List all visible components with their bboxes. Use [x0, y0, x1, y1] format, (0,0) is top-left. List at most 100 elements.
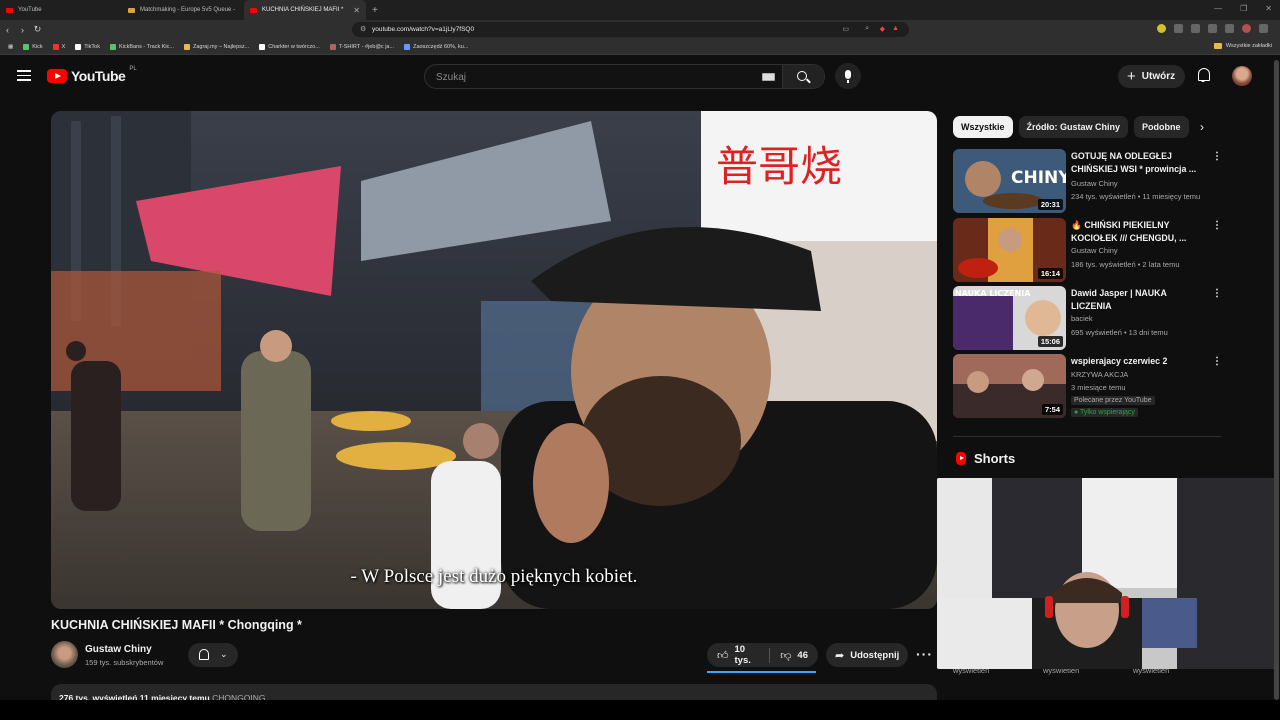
browser-tab-youtube[interactable]: YouTube	[0, 0, 122, 20]
close-window-icon[interactable]: ✕	[1265, 4, 1272, 13]
subscription-notifications-button[interactable]: ⌄	[188, 643, 238, 667]
recommendation-channel[interactable]: KRZYWA AKCJA	[1071, 370, 1128, 379]
kebab-menu-icon[interactable]: ⋮	[1212, 151, 1222, 162]
brave-shield-icon[interactable]: ◆	[880, 25, 885, 33]
bookmark-zaoszczedz[interactable]: Zaoszczędź 60%, ku...	[404, 43, 468, 50]
site-info-icon[interactable]: ⚙	[360, 25, 366, 33]
recommendation-item[interactable]: NAUKA LICZENIA 15:06 Dawid Jasper | NAUK…	[953, 286, 1223, 350]
create-button[interactable]: + Utwórz	[1118, 65, 1185, 88]
recommendation-meta: 234 tys. wyświetleń • 11 miesięcy temu	[1071, 192, 1201, 201]
page-scrollbar[interactable]	[1274, 60, 1279, 700]
game-favicon-icon	[128, 7, 135, 13]
search-button[interactable]	[782, 65, 824, 88]
close-tab-icon[interactable]: ✕	[353, 6, 360, 15]
duration-badge: 15:06	[1037, 336, 1063, 347]
video-thumbnail[interactable]: CHINY 20:31	[953, 149, 1066, 213]
dislike-button[interactable]: 👎︎ 46	[770, 643, 818, 667]
chip-related[interactable]: Podobne	[1134, 116, 1189, 138]
bookmark-tiktok[interactable]: TikTok	[75, 43, 100, 50]
keyboard-icon[interactable]	[762, 73, 775, 81]
video-thumbnail[interactable]: 7:54	[953, 354, 1066, 418]
chip-from-channel[interactable]: Źródło: Gustaw Chiny	[1018, 116, 1129, 138]
filter-chips: Wszystkie Źródło: Gustaw Chiny Podobne	[953, 116, 1189, 138]
video-player[interactable]: 普哥烧 - W Polsce jest dużo pięknych kobiet…	[51, 111, 937, 609]
bookmark-charkter[interactable]: Charkter w twórczo...	[259, 43, 320, 50]
voice-search-mic-icon[interactable]	[835, 63, 861, 89]
search-input[interactable]: Szukaj	[436, 72, 466, 83]
channel-name[interactable]: Gustaw Chiny	[85, 644, 152, 655]
subscriber-count: 159 tys. subskrybentów	[85, 658, 164, 667]
address-bar[interactable]: ⚙ youtube.com/watch?v=a1jLly7fSQ0 ▭ ⌕ ◆ …	[352, 22, 909, 37]
profile-icon[interactable]	[1242, 24, 1251, 33]
window-controls: — ❐ ✕	[1214, 4, 1272, 13]
extension-icon[interactable]	[1174, 24, 1183, 33]
menu-icon[interactable]	[1259, 24, 1268, 33]
recommendation-meta: 695 wyświetleń • 13 dni temu	[1071, 328, 1168, 337]
more-actions-icon[interactable]: ···	[916, 646, 933, 662]
cast-icon[interactable]: ▭	[842, 25, 849, 33]
share-icon: ➦	[835, 649, 845, 662]
recommendation-title[interactable]: wspierajacy czerwiec 2	[1071, 355, 1201, 368]
recommendation-channel[interactable]: Gustaw Chiny	[1071, 246, 1118, 255]
extension-icon[interactable]	[1157, 24, 1166, 33]
recommendation-meta: 3 miesiące temu	[1071, 383, 1126, 392]
recommendation-item[interactable]: 7:54 wspierajacy czerwiec 2 KRZYWA AKCJA…	[953, 354, 1223, 418]
youtube-logo[interactable]: YouTube PL	[47, 66, 137, 84]
search-box: Szukaj	[424, 64, 825, 89]
folder-icon	[1213, 43, 1222, 49]
minimize-icon[interactable]: —	[1214, 4, 1222, 13]
chevron-right-icon[interactable]: ›	[1200, 120, 1204, 134]
share-button[interactable]: ➦ Udostępnij	[826, 643, 908, 667]
new-tab-icon[interactable]: +	[372, 5, 378, 16]
youtube-play-icon	[47, 69, 67, 83]
youtube-icon	[52, 43, 59, 50]
rewards-icon[interactable]: ▲	[892, 25, 899, 32]
youtube-favicon-icon	[250, 7, 257, 13]
sidebar-icon[interactable]	[1225, 24, 1234, 33]
search-icon	[797, 71, 807, 81]
svg-text:普哥烧: 普哥烧	[716, 142, 842, 191]
notifications-bell-icon[interactable]	[1196, 68, 1210, 83]
browser-tab-matchmaking[interactable]: Matchmaking - Europe 5v5 Queue -	[122, 0, 244, 20]
recommendation-title[interactable]: Dawid Jasper | NAUKA LICZENIA	[1071, 287, 1201, 313]
puzzle-icon[interactable]	[1208, 24, 1217, 33]
chevron-down-icon: ⌄	[220, 649, 228, 659]
thumbs-down-icon: 👎︎	[780, 649, 792, 662]
recommendation-channel[interactable]: baciek	[1071, 314, 1093, 323]
back-icon[interactable]: ‹	[0, 25, 15, 35]
video-thumbnail[interactable]: 16:14	[953, 218, 1066, 282]
all-bookmarks[interactable]: Wszystkie zakładki	[1213, 43, 1272, 49]
zoom-icon[interactable]: ⌕	[865, 25, 869, 33]
browser-tab-video[interactable]: KUCHNIA CHIŃSKIEJ MAFII * ✕	[244, 0, 366, 20]
hamburger-menu-icon[interactable]	[17, 70, 31, 81]
kick-icon	[23, 43, 30, 50]
recommendation-title[interactable]: 🔥 CHIŃSKI PIEKIELNY KOCIOŁEK /// CHENGDU…	[1071, 219, 1201, 245]
kebab-menu-icon[interactable]: ⋮	[1212, 356, 1222, 367]
bookmark-kickbans[interactable]: KickBans - Track Kic...	[109, 43, 174, 50]
tiktok-icon	[259, 43, 266, 50]
recommendation-item[interactable]: 16:14 🔥 CHIŃSKI PIEKIELNY KOCIOŁEK /// C…	[953, 218, 1223, 282]
account-avatar[interactable]	[1232, 66, 1252, 86]
apps-icon[interactable]: ▦	[8, 44, 13, 50]
forward-icon[interactable]: ›	[15, 25, 30, 35]
maximize-icon[interactable]: ❐	[1240, 4, 1247, 13]
extension-icon[interactable]	[1191, 24, 1200, 33]
channel-avatar[interactable]	[51, 641, 78, 668]
extensions-bar	[1157, 24, 1268, 33]
reload-icon[interactable]: ↻	[30, 24, 45, 35]
recommendation-title[interactable]: GOTUJĘ NA ODLEGŁEJ CHIŃSKIEJ WSI * prowi…	[1071, 150, 1201, 176]
recommendation-channel[interactable]: Gustaw Chiny	[1071, 179, 1118, 188]
bookmark-x[interactable]: X	[52, 43, 65, 50]
svg-text:NAUKA LICZENIA: NAUKA LICZENIA	[955, 289, 1031, 298]
chip-all[interactable]: Wszystkie	[953, 116, 1013, 138]
video-thumbnail[interactable]: NAUKA LICZENIA 15:06	[953, 286, 1066, 350]
video-subtitle: - W Polsce jest dużo pięknych kobiet.	[350, 566, 638, 587]
like-button[interactable]: 👍︎ 10 tys.	[707, 643, 769, 667]
bookmark-zagraj[interactable]: Zagraj.my – Najlepsz...	[183, 43, 249, 50]
divider	[953, 436, 1221, 437]
recommendation-item[interactable]: CHINY 20:31 GOTUJĘ NA ODLEGŁEJ CHIŃSKIEJ…	[953, 149, 1223, 213]
kebab-menu-icon[interactable]: ⋮	[1212, 220, 1222, 231]
bookmark-kick[interactable]: Kick	[23, 43, 43, 50]
bookmark-tshirt[interactable]: T-SHIRT - #jeb@c ja...	[329, 43, 394, 50]
kebab-menu-icon[interactable]: ⋮	[1212, 288, 1222, 299]
